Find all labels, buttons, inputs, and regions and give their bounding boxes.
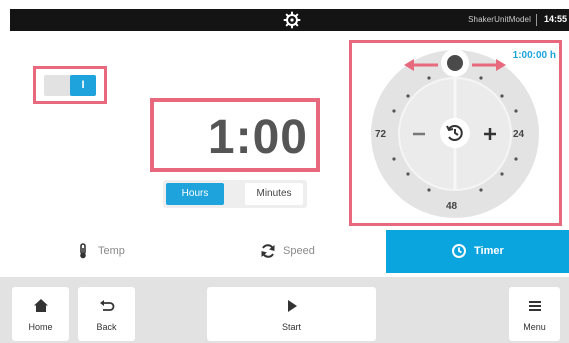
thermometer-icon bbox=[80, 243, 86, 259]
timer-value-box[interactable]: 1:00 bbox=[150, 98, 320, 172]
home-button[interactable]: Home bbox=[12, 287, 69, 341]
clock-time: 14:55 bbox=[543, 14, 567, 24]
tab-speed[interactable]: Speed bbox=[199, 230, 383, 273]
status-bar: ShakerUnitModel 14:55 bbox=[10, 9, 569, 31]
tab-timer[interactable]: Timer bbox=[386, 230, 569, 273]
tab-timer-label: Timer bbox=[474, 245, 504, 257]
minutes-button[interactable]: Minutes bbox=[245, 183, 303, 205]
back-icon bbox=[99, 300, 114, 311]
dial-label-48: 48 bbox=[446, 201, 458, 212]
hours-button[interactable]: Hours bbox=[166, 183, 224, 205]
menu-label: Menu bbox=[523, 322, 546, 332]
dial-label-24: 24 bbox=[513, 129, 525, 140]
timer-enable-toggle[interactable]: I bbox=[33, 66, 107, 104]
clock-icon bbox=[452, 244, 466, 258]
status-divider bbox=[536, 14, 537, 26]
home-icon bbox=[33, 299, 48, 312]
gear-icon[interactable] bbox=[283, 11, 301, 29]
menu-icon bbox=[528, 301, 541, 311]
timer-dial-panel: 1:00:00 h 72 24 48 bbox=[349, 40, 562, 226]
start-label: Start bbox=[281, 322, 301, 332]
device-model: ShakerUnitModel bbox=[468, 15, 531, 24]
refresh-icon bbox=[261, 244, 275, 258]
home-label: Home bbox=[28, 322, 53, 332]
screen: ShakerUnitModel 14:55 I 1:00 Hours Minut… bbox=[0, 0, 569, 343]
dial-knob bbox=[447, 55, 463, 71]
tab-temp-label: Temp bbox=[98, 245, 125, 257]
toggle-track: I bbox=[44, 75, 96, 96]
start-button[interactable]: Start bbox=[207, 287, 376, 341]
tab-temp[interactable]: Temp bbox=[12, 230, 196, 273]
timer-value: 1:00 bbox=[207, 111, 308, 164]
toggle-thumb: I bbox=[70, 75, 96, 96]
dial-label-72: 72 bbox=[375, 129, 387, 140]
back-button[interactable]: Back bbox=[78, 287, 135, 341]
play-icon bbox=[287, 300, 297, 312]
menu-button[interactable]: Menu bbox=[509, 287, 560, 341]
bottom-nav: Home Back Start Menu bbox=[0, 277, 569, 343]
back-label: Back bbox=[96, 322, 117, 332]
tab-speed-label: Speed bbox=[283, 245, 315, 257]
unit-selector: Hours Minutes bbox=[163, 180, 307, 208]
